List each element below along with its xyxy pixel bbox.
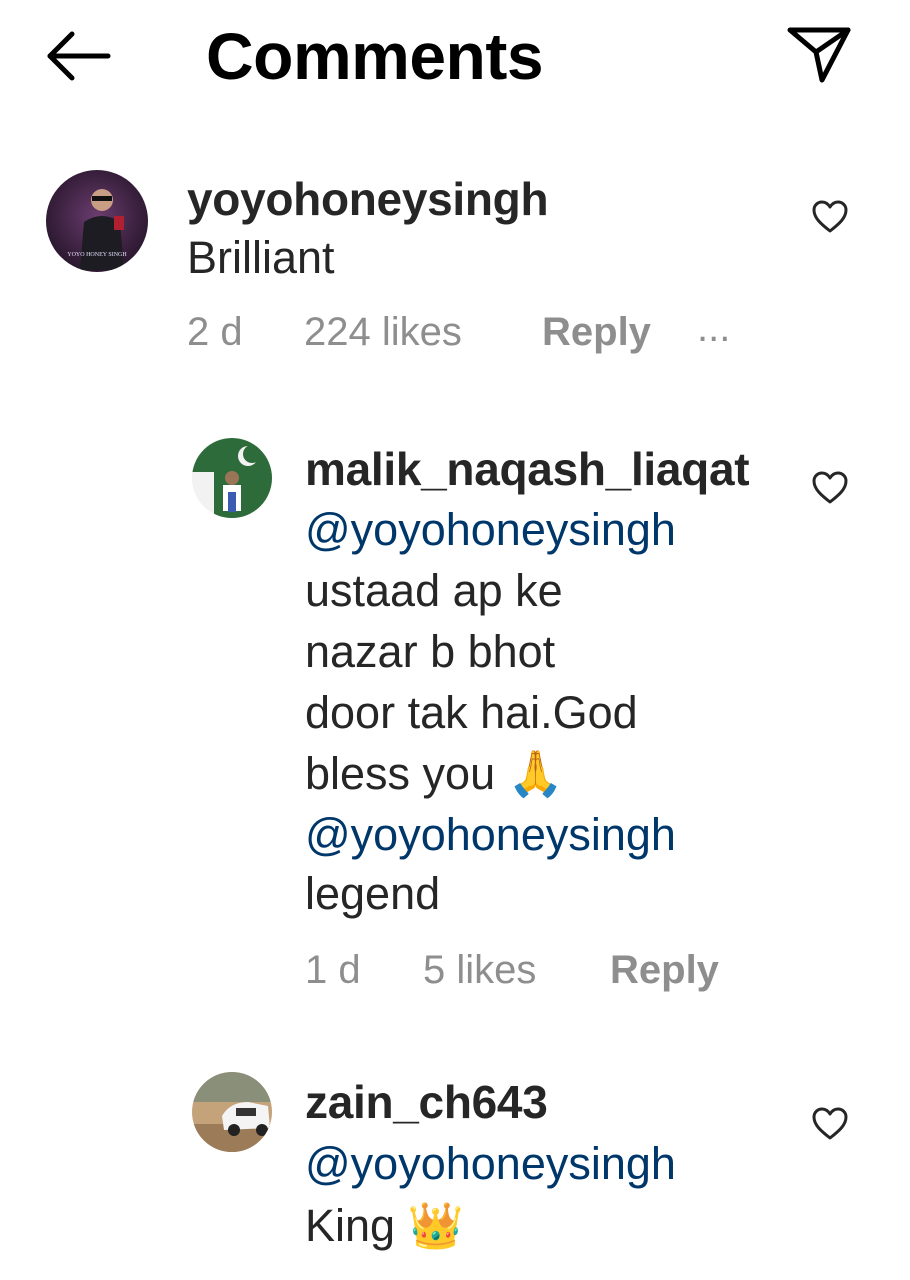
send-icon [787, 27, 851, 83]
comment-time: 2 d [187, 310, 243, 354]
avatar-image-icon [192, 438, 272, 518]
avatar[interactable] [192, 1072, 272, 1152]
comment-username[interactable]: malik_naqash_liaqat [305, 442, 750, 496]
heart-icon [812, 200, 848, 233]
comment-text-line: legend [305, 868, 441, 919]
comment-likes-link[interactable]: 5 likes [423, 948, 536, 993]
comment-likes-link[interactable]: 224 likes [304, 310, 462, 355]
arrow-left-icon [47, 31, 111, 81]
more-options-button[interactable]: ... [697, 306, 730, 351]
avatar-image-icon: YOYO HONEY SINGH [46, 170, 148, 272]
comment-text-line: King 👑 [305, 1200, 464, 1251]
mention-link[interactable]: @yoyohoneysingh [305, 1134, 676, 1194]
mention-link[interactable]: @yoyohoneysingh [305, 500, 676, 560]
like-button[interactable] [811, 470, 849, 506]
like-button[interactable] [811, 199, 849, 235]
comment-text-line: door tak hai.God [305, 687, 638, 738]
comment-username[interactable]: zain_ch643 [305, 1075, 548, 1129]
comment-time: 1 d [305, 948, 361, 992]
page-title: Comments [206, 19, 544, 93]
reply-button[interactable]: Reply [610, 948, 719, 993]
heart-icon [812, 1107, 848, 1140]
header-bar: Comments [0, 0, 910, 110]
back-button[interactable] [44, 26, 114, 86]
like-button[interactable] [811, 1106, 849, 1142]
comment-text-line: ustaad ap ke [305, 565, 563, 616]
reply-button[interactable]: Reply [542, 310, 651, 355]
share-button[interactable] [784, 22, 854, 86]
heart-icon [812, 471, 848, 504]
mention-link[interactable]: @yoyohoneysingh [305, 805, 676, 865]
avatar[interactable] [192, 438, 272, 518]
comment-username[interactable]: yoyohoneysingh [187, 172, 549, 226]
avatar[interactable]: YOYO HONEY SINGH [46, 170, 148, 272]
avatar-image-icon [192, 1072, 272, 1152]
comment-text-line: bless you 🙏 [305, 748, 564, 799]
comment-text-line: nazar b bhot [305, 626, 556, 677]
comment-text: Brilliant [187, 232, 335, 283]
avatar-text: YOYO HONEY SINGH [67, 252, 127, 258]
